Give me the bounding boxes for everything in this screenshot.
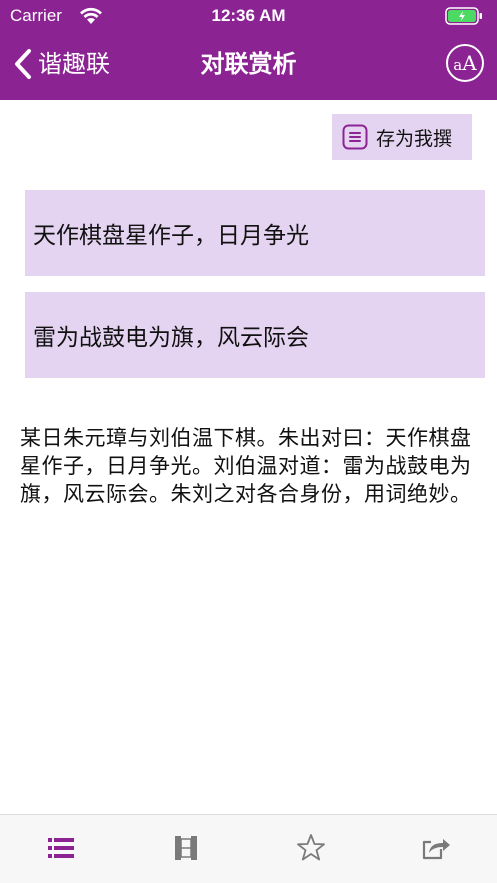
share-icon — [422, 839, 450, 860]
status-bar: Carrier 12:36 AM — [0, 0, 497, 32]
battery-icon — [445, 7, 482, 25]
note-icon — [342, 124, 368, 150]
tab-share[interactable] — [419, 833, 453, 863]
navigation-bar: 谐趣联 对联赏析 aA — [0, 36, 497, 96]
status-time: 12:36 AM — [211, 6, 286, 25]
save-to-my-works-button[interactable]: 存为我撰 — [332, 114, 472, 160]
tab-book[interactable] — [169, 833, 203, 863]
couplet-description: 某日朱元璋与刘伯温下棋。朱出对曰：天作棋盘星作子，日月争光。刘伯温对道：雷为战鼓… — [20, 426, 472, 506]
couplet-second-line: 雷为战鼓电为旗，风云际会 — [25, 292, 485, 378]
font-size-icon: aA — [453, 51, 477, 75]
header: Carrier 12:36 AM 谐趣联 对联赏析 aA — [0, 0, 497, 100]
font-size-button[interactable]: aA — [446, 44, 484, 82]
couplet-first-line: 天作棋盘星作子，日月争光 — [25, 190, 485, 276]
tab-bar — [0, 814, 497, 883]
tab-list[interactable] — [44, 833, 78, 863]
tab-favorites[interactable] — [294, 833, 328, 863]
page-title: 对联赏析 — [200, 50, 297, 78]
list-icon — [48, 838, 74, 858]
star-icon — [297, 834, 325, 861]
save-label: 存为我撰 — [376, 127, 453, 150]
book-icon — [175, 836, 197, 860]
